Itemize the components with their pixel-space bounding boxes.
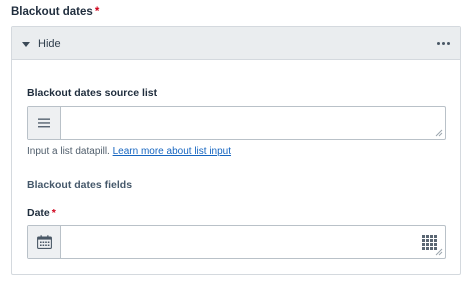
resize-handle-icon[interactable]	[435, 248, 443, 256]
more-horizontal-icon	[436, 41, 450, 45]
resize-handle-icon[interactable]	[435, 129, 443, 137]
fields-heading: Blackout dates fields	[27, 179, 133, 191]
panel-header: Hide	[12, 27, 460, 60]
date-required-asterisk: *	[51, 207, 56, 219]
source-list-hint: Input a list datapill. Learn more about …	[27, 146, 231, 157]
field-label-text: Blackout dates	[11, 6, 93, 18]
hide-toggle-label: Hide	[38, 38, 61, 50]
date-input-group	[27, 225, 446, 259]
date-label-text: Date	[27, 207, 50, 219]
learn-more-link[interactable]: Learn more about list input	[113, 146, 231, 157]
field-label: Blackout dates *	[11, 6, 99, 18]
date-input[interactable]	[62, 226, 415, 258]
required-asterisk: *	[94, 6, 100, 18]
calendar-icon[interactable]	[28, 226, 61, 258]
caret-down-icon	[22, 41, 30, 47]
list-icon	[28, 107, 61, 139]
blackout-dates-panel: Hide Blackout dates source list Input a …	[11, 26, 461, 275]
source-list-input-group	[27, 106, 446, 140]
hide-toggle-button[interactable]: Hide	[22, 36, 61, 52]
source-list-input[interactable]	[62, 107, 445, 139]
hint-text: Input a list datapill.	[27, 146, 110, 157]
source-list-label: Blackout dates source list	[27, 87, 158, 99]
date-label: Date *	[27, 207, 56, 219]
more-options-button[interactable]	[435, 36, 451, 50]
